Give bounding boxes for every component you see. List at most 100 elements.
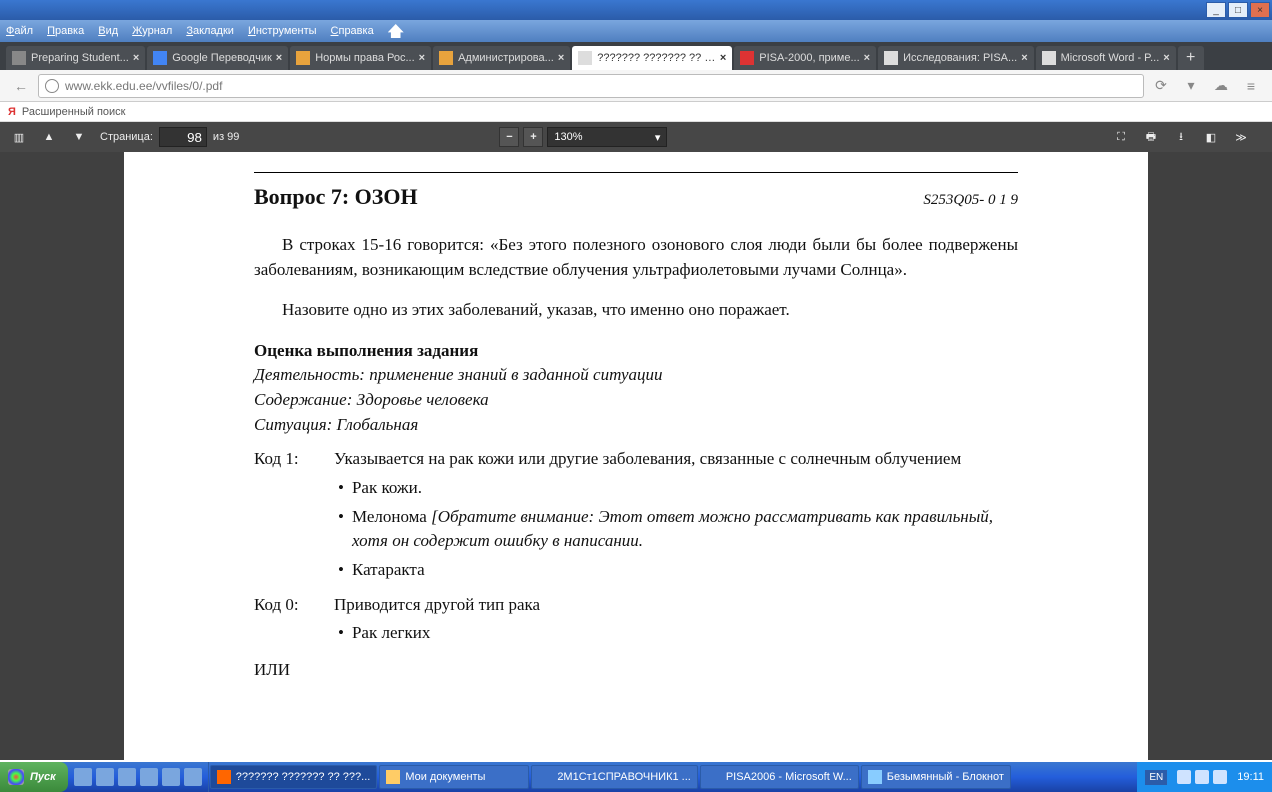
zoom-out-button[interactable]: −	[499, 127, 519, 147]
menu-help[interactable]: Справка	[331, 25, 374, 37]
bullet-3: Катаракта	[352, 558, 425, 583]
url-text: www.ekk.edu.ee/vvfiles/0/.pdf	[65, 79, 222, 93]
browser-menubar: ФФайлайл Правка Вид Журнал Закладки Инст…	[0, 20, 1272, 42]
menu-icon[interactable]: ≡	[1238, 73, 1264, 99]
tab-close-icon[interactable]: ×	[133, 52, 139, 64]
system-tray: EN 19:11	[1137, 762, 1272, 792]
task-1[interactable]: Мои документы	[379, 765, 529, 789]
page-label: Страница:	[100, 131, 153, 143]
menu-edit[interactable]: Правка	[47, 25, 84, 37]
menu-journal[interactable]: Журнал	[132, 25, 172, 37]
page-total: из 99	[213, 131, 239, 143]
menu-tools[interactable]: Инструменты	[248, 25, 317, 37]
ql-icon-6[interactable]	[184, 768, 202, 786]
task-2[interactable]: 2М1Ст1СПРАВОЧНИК1 ...	[531, 765, 698, 789]
zoom-value: 130%	[554, 131, 582, 143]
page-up-icon[interactable]: ▲	[40, 128, 58, 146]
menu-view[interactable]: Вид	[98, 25, 118, 37]
print-icon[interactable]: 🖶	[1142, 128, 1160, 146]
tab-close-icon[interactable]: ×	[864, 52, 870, 64]
tab-close-icon[interactable]: ×	[1021, 52, 1027, 64]
pdf-viewport[interactable]: Вопрос 7: ОЗОН S253Q05- 0 1 9 В строках …	[0, 152, 1272, 760]
new-tab-button[interactable]: +	[1178, 46, 1204, 70]
menu-bookmarks[interactable]: Закладки	[186, 25, 234, 37]
minimize-button[interactable]: _	[1206, 2, 1226, 18]
task-icon	[868, 770, 882, 784]
tray-icon-2[interactable]	[1195, 770, 1209, 784]
tab-6[interactable]: Исследования: PISA...×	[878, 46, 1034, 70]
tab-close-icon[interactable]: ×	[558, 52, 564, 64]
tab-close-icon[interactable]: ×	[419, 52, 425, 64]
maximize-button[interactable]: □	[1228, 2, 1248, 18]
zoom-select[interactable]: 130%▾	[547, 127, 667, 147]
favicon	[740, 51, 754, 65]
tab-label: PISA-2000, приме...	[759, 52, 859, 64]
tab-0[interactable]: Preparing Student...×	[6, 46, 145, 70]
home-icon[interactable]	[388, 24, 404, 38]
task-label: PISA2006 - Microsoft W...	[726, 771, 852, 783]
tools-icon[interactable]: ≫	[1232, 128, 1250, 146]
chat-icon[interactable]: ☁	[1208, 73, 1234, 99]
or-text: ИЛИ	[254, 658, 1018, 683]
menu-file[interactable]: ФФайлайл	[6, 25, 33, 37]
question-code: S253Q05- 0 1 9	[923, 190, 1018, 212]
tab-7[interactable]: Microsoft Word - P...×	[1036, 46, 1176, 70]
bookmark-icon[interactable]: ◧	[1202, 128, 1220, 146]
tab-label: Администрирова...	[458, 52, 554, 64]
pdf-page: Вопрос 7: ОЗОН S253Q05- 0 1 9 В строках …	[124, 152, 1148, 760]
quick-launch	[68, 762, 209, 792]
favicon	[153, 51, 167, 65]
language-indicator[interactable]: EN	[1145, 770, 1167, 785]
download-icon[interactable]: ⭳	[1172, 128, 1190, 146]
url-bar: ← www.ekk.edu.ee/vvfiles/0/.pdf ⟳ ▾ ☁ ≡	[0, 70, 1272, 102]
page-input[interactable]	[159, 127, 207, 147]
task-0[interactable]: ??????? ??????? ?? ???...	[210, 765, 378, 789]
ql-icon-5[interactable]	[162, 768, 180, 786]
reload-button[interactable]: ⟳	[1148, 73, 1174, 99]
code-0-text: Приводится другой тип рака	[334, 593, 1018, 618]
clock[interactable]: 19:11	[1237, 771, 1264, 783]
tab-label: Microsoft Word - P...	[1061, 52, 1160, 64]
tray-icon-1[interactable]	[1177, 770, 1191, 784]
tab-close-icon[interactable]: ×	[1163, 52, 1169, 64]
ql-icon-1[interactable]	[74, 768, 92, 786]
favicon	[296, 51, 310, 65]
tray-icon-3[interactable]	[1213, 770, 1227, 784]
sidebar-toggle-icon[interactable]: ▥	[10, 128, 28, 146]
tab-label: Google Переводчик	[172, 52, 272, 64]
start-label: Пуск	[30, 771, 56, 783]
paragraph-2: Назовите одно из этих заболеваний, указа…	[254, 298, 1018, 323]
close-button[interactable]: ×	[1250, 2, 1270, 18]
ql-icon-2[interactable]	[96, 768, 114, 786]
bullet-1: Рак кожи.	[352, 476, 422, 501]
tab-close-icon[interactable]: ×	[276, 52, 282, 64]
task-label: ??????? ??????? ?? ???...	[236, 771, 371, 783]
back-button[interactable]: ←	[8, 73, 34, 99]
task-label: Мои документы	[405, 771, 485, 783]
tab-3[interactable]: Администрирова... ×	[433, 46, 570, 70]
task-4[interactable]: Безымянный - Блокнот	[861, 765, 1011, 789]
question-title: Вопрос 7: ОЗОН	[254, 181, 418, 213]
pocket-icon[interactable]: ▾	[1178, 73, 1204, 99]
tab-5[interactable]: PISA-2000, приме... ×	[734, 46, 876, 70]
window-titlebar: _ □ ×	[0, 0, 1272, 20]
page-down-icon[interactable]: ▼	[70, 128, 88, 146]
bullet-2: Мелонома Мелонома [Обратите внимание: Эт…	[352, 505, 1018, 554]
tab-label: Нормы права Рос...	[315, 52, 414, 64]
tab-2[interactable]: Нормы права Рос... ×	[290, 46, 431, 70]
start-button[interactable]: Пуск	[0, 762, 68, 792]
fullscreen-icon[interactable]: ⛶	[1112, 128, 1130, 146]
tab-4[interactable]: ??????? ??????? ?? ????...×	[572, 46, 732, 70]
tab-close-icon[interactable]: ×	[720, 52, 726, 64]
bookmark-search-link[interactable]: Расширенный поиск	[22, 106, 126, 118]
yandex-icon: Я	[8, 106, 16, 118]
ql-icon-4[interactable]	[140, 768, 158, 786]
task-3[interactable]: PISA2006 - Microsoft W...	[700, 765, 859, 789]
ql-icon-3[interactable]	[118, 768, 136, 786]
tab-1[interactable]: Google Переводчик ×	[147, 46, 288, 70]
url-input[interactable]: www.ekk.edu.ee/vvfiles/0/.pdf	[38, 74, 1144, 98]
bullet-4: Рак легких	[352, 621, 430, 646]
zoom-in-button[interactable]: +	[523, 127, 543, 147]
favicon	[1042, 51, 1056, 65]
task-label: Безымянный - Блокнот	[887, 771, 1004, 783]
